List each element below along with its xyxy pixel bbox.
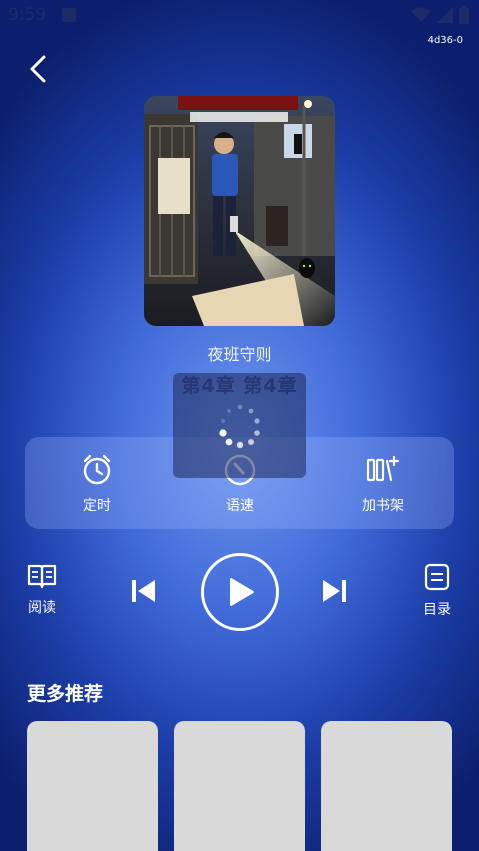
recommend-card[interactable] bbox=[27, 721, 158, 851]
book-title: 夜班守则 bbox=[207, 345, 272, 364]
loading-overlay bbox=[173, 373, 306, 478]
next-chapter-button[interactable] bbox=[318, 575, 350, 607]
back-button[interactable] bbox=[22, 52, 54, 86]
alarm-clock-icon bbox=[83, 454, 111, 485]
notification-icon bbox=[62, 8, 76, 22]
recommend-card[interactable] bbox=[321, 721, 452, 851]
book-open-icon bbox=[27, 564, 57, 589]
toc-label: 目录 bbox=[423, 602, 451, 618]
add-to-shelf-label: 加书架 bbox=[362, 498, 404, 514]
play-button[interactable] bbox=[201, 553, 279, 631]
play-icon bbox=[230, 578, 254, 606]
status-bar: 9:59 bbox=[0, 0, 479, 32]
timer-button[interactable]: 定时 bbox=[47, 453, 147, 515]
loading-spinner-icon bbox=[219, 404, 260, 449]
read-label: 阅读 bbox=[28, 600, 56, 616]
build-tag: 4d36-0 bbox=[427, 35, 463, 46]
back-icon bbox=[30, 55, 46, 83]
status-icons bbox=[411, 6, 469, 24]
signal-icon bbox=[437, 7, 453, 23]
list-icon bbox=[424, 563, 450, 591]
wifi-icon bbox=[411, 7, 431, 22]
skip-next-icon bbox=[323, 580, 346, 602]
book-cover bbox=[144, 96, 335, 326]
timer-label: 定时 bbox=[83, 498, 111, 514]
recommend-card[interactable] bbox=[174, 721, 305, 851]
recommend-title: 更多推荐 bbox=[27, 683, 104, 705]
add-to-shelf-icon bbox=[366, 455, 400, 482]
read-button[interactable]: 阅读 bbox=[16, 563, 68, 617]
add-to-shelf-button[interactable]: 加书架 bbox=[333, 453, 433, 515]
skip-previous-icon bbox=[132, 580, 155, 602]
table-of-contents-button[interactable]: 目录 bbox=[411, 563, 463, 619]
speed-label: 语速 bbox=[226, 498, 254, 514]
previous-chapter-button[interactable] bbox=[128, 575, 160, 607]
status-time: 9:59 bbox=[8, 5, 47, 25]
battery-icon bbox=[459, 6, 469, 24]
